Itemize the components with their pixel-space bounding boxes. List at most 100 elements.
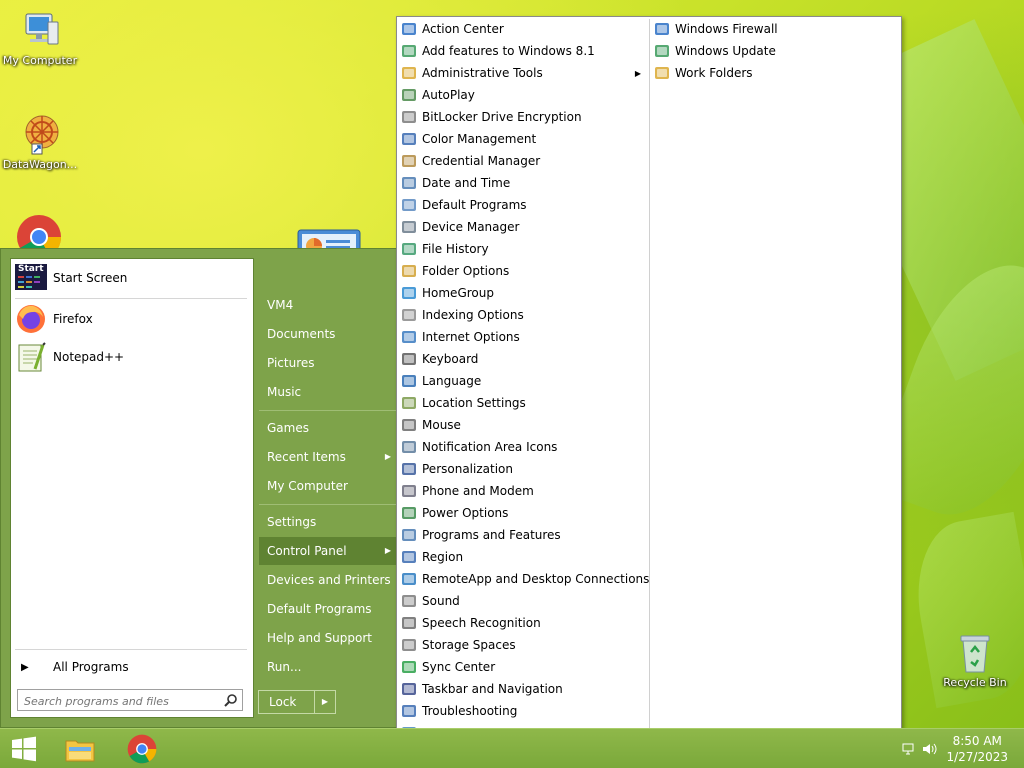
item-label: VM4 bbox=[267, 298, 294, 312]
start-item-pictures[interactable]: Pictures bbox=[259, 349, 397, 377]
lock-options-arrow-icon[interactable]: ▶ bbox=[314, 691, 335, 713]
cp-item-homegroup[interactable]: HomeGroup bbox=[401, 282, 645, 304]
start-item-help-support[interactable]: Help and Support bbox=[259, 624, 397, 652]
cp-item-file-history[interactable]: File History bbox=[401, 238, 645, 260]
start-item-documents[interactable]: Documents bbox=[259, 320, 397, 348]
cp-item-label: Personalization bbox=[422, 462, 513, 476]
item-label: Settings bbox=[267, 515, 317, 529]
internet-options-icon bbox=[401, 329, 417, 345]
windows-logo-icon bbox=[12, 736, 36, 762]
cp-item-phone-and-modem[interactable]: Phone and Modem bbox=[401, 480, 645, 502]
column-divider bbox=[649, 19, 650, 765]
cp-item-indexing-options[interactable]: Indexing Options bbox=[401, 304, 645, 326]
start-item-settings[interactable]: Settings bbox=[259, 508, 397, 536]
cp-item-label: Notification Area Icons bbox=[422, 440, 558, 454]
cp-item-troubleshooting[interactable]: Troubleshooting bbox=[401, 700, 645, 722]
desktop-icon-label: DataWagon... bbox=[2, 158, 78, 171]
search-icon[interactable] bbox=[224, 693, 238, 707]
desktop-icon-my-computer[interactable]: My Computer bbox=[0, 8, 80, 67]
desktop-icon-recycle-bin[interactable]: Recycle Bin bbox=[935, 630, 1015, 689]
system-clock[interactable]: 8:50 AM 1/27/2023 bbox=[946, 733, 1008, 765]
desktop-icon-datawagon[interactable]: DataWagon... bbox=[0, 112, 80, 171]
cp-item-label: Add features to Windows 8.1 bbox=[422, 44, 595, 58]
cp-item-location-settings[interactable]: Location Settings bbox=[401, 392, 645, 414]
cp-item-personalization[interactable]: Personalization bbox=[401, 458, 645, 480]
start-item-run[interactable]: Run... bbox=[259, 653, 397, 681]
control-panel-submenu: Action Center Add features to Windows 8.1… bbox=[396, 16, 902, 768]
remoteapp-icon bbox=[401, 571, 417, 587]
cp-item-remoteapp-and-desktop-connections[interactable]: RemoteApp and Desktop Connections bbox=[401, 568, 649, 590]
taskbar-file-explorer[interactable] bbox=[58, 733, 102, 765]
cp-item-keyboard[interactable]: Keyboard bbox=[401, 348, 645, 370]
cp-item-language[interactable]: Language bbox=[401, 370, 645, 392]
cp-item-administrative-tools[interactable]: Administrative Tools ▶ bbox=[401, 62, 645, 84]
cp-item-storage-spaces[interactable]: Storage Spaces bbox=[401, 634, 645, 656]
cp-item-credential-manager[interactable]: Credential Manager bbox=[401, 150, 645, 172]
start-button[interactable] bbox=[2, 733, 46, 765]
cp-item-work-folders[interactable]: Work Folders bbox=[654, 62, 898, 84]
lock-label: Lock bbox=[269, 695, 297, 709]
start-menu: Start Start Screen Firefox Notepad++ ▶ A… bbox=[0, 248, 398, 728]
start-item-music[interactable]: Music bbox=[259, 378, 397, 406]
cp-item-taskbar-and-navigation[interactable]: Taskbar and Navigation bbox=[401, 678, 645, 700]
volume-icon[interactable] bbox=[922, 741, 938, 755]
item-label: Music bbox=[267, 385, 302, 399]
divider bbox=[259, 504, 397, 505]
cp-item-notification-area-icons[interactable]: Notification Area Icons bbox=[401, 436, 645, 458]
start-item-devices-printers[interactable]: Devices and Printers bbox=[259, 566, 397, 594]
cp-item-label: Indexing Options bbox=[422, 308, 524, 322]
cp-item-default-programs[interactable]: Default Programs bbox=[401, 194, 645, 216]
cp-item-date-and-time[interactable]: Date and Time bbox=[401, 172, 645, 194]
cp-item-sound[interactable]: Sound bbox=[401, 590, 645, 612]
taskbar-chrome[interactable] bbox=[120, 733, 164, 765]
cp-item-internet-options[interactable]: Internet Options bbox=[401, 326, 645, 348]
pinned-start-screen[interactable]: Start Start Screen bbox=[15, 261, 247, 295]
cp-item-label: AutoPlay bbox=[422, 88, 475, 102]
start-item-control-panel[interactable]: Control Panel ▶ bbox=[259, 537, 397, 565]
cp-item-mouse[interactable]: Mouse bbox=[401, 414, 645, 436]
cp-item-windows-update[interactable]: Windows Update bbox=[654, 40, 898, 62]
cp-item-region[interactable]: Region bbox=[401, 546, 645, 568]
start-item-my-computer[interactable]: My Computer bbox=[259, 472, 397, 500]
item-label: Help and Support bbox=[267, 631, 372, 645]
item-label: Default Programs bbox=[267, 602, 372, 616]
cp-item-label: Region bbox=[422, 550, 464, 564]
cp-item-action-center[interactable]: Action Center bbox=[401, 18, 645, 40]
lock-button[interactable]: Lock ▶ bbox=[258, 690, 336, 714]
search-input[interactable] bbox=[22, 691, 222, 712]
cp-item-windows-firewall[interactable]: Windows Firewall bbox=[654, 18, 898, 40]
desktop-icon-label: Recycle Bin bbox=[943, 676, 1007, 689]
divider bbox=[15, 649, 247, 650]
cp-item-color-management[interactable]: Color Management bbox=[401, 128, 645, 150]
start-item-games[interactable]: Games bbox=[259, 414, 397, 442]
pinned-firefox[interactable]: Firefox bbox=[15, 302, 247, 336]
all-programs-button[interactable]: ▶ All Programs bbox=[15, 655, 247, 679]
cp-item-add-features-to-windows-8-1[interactable]: Add features to Windows 8.1 bbox=[401, 40, 645, 62]
cp-item-bitlocker-drive-encryption[interactable]: BitLocker Drive Encryption bbox=[401, 106, 645, 128]
cp-item-power-options[interactable]: Power Options bbox=[401, 502, 645, 524]
cp-item-autoplay[interactable]: AutoPlay bbox=[401, 84, 645, 106]
indexing-icon bbox=[401, 307, 417, 323]
item-label: Pictures bbox=[267, 356, 315, 370]
taskbar-icon bbox=[401, 681, 417, 697]
cp-item-sync-center[interactable]: Sync Center bbox=[401, 656, 645, 678]
flag-icon bbox=[401, 21, 417, 37]
cp-item-speech-recognition[interactable]: Speech Recognition bbox=[401, 612, 645, 634]
cp-item-folder-options[interactable]: Folder Options bbox=[401, 260, 645, 282]
pinned-notepadpp[interactable]: Notepad++ bbox=[15, 340, 247, 374]
language-icon bbox=[401, 373, 417, 389]
autoplay-icon bbox=[401, 87, 417, 103]
start-item-recent-items[interactable]: Recent Items ▶ bbox=[259, 443, 397, 471]
chrome-desktop-icon[interactable] bbox=[16, 214, 62, 248]
start-item-vm4[interactable]: VM4 bbox=[259, 291, 397, 319]
sync-icon bbox=[401, 659, 417, 675]
cp-item-device-manager[interactable]: Device Manager bbox=[401, 216, 645, 238]
pinned-item-label: Notepad++ bbox=[53, 350, 125, 364]
datawagon-icon bbox=[18, 112, 62, 156]
notification-icon bbox=[401, 439, 417, 455]
cp-item-programs-and-features[interactable]: Programs and Features bbox=[401, 524, 645, 546]
search-box[interactable] bbox=[17, 689, 243, 712]
network-tray-icon[interactable] bbox=[902, 741, 914, 755]
credential-icon bbox=[401, 153, 417, 169]
start-item-default-programs[interactable]: Default Programs bbox=[259, 595, 397, 623]
